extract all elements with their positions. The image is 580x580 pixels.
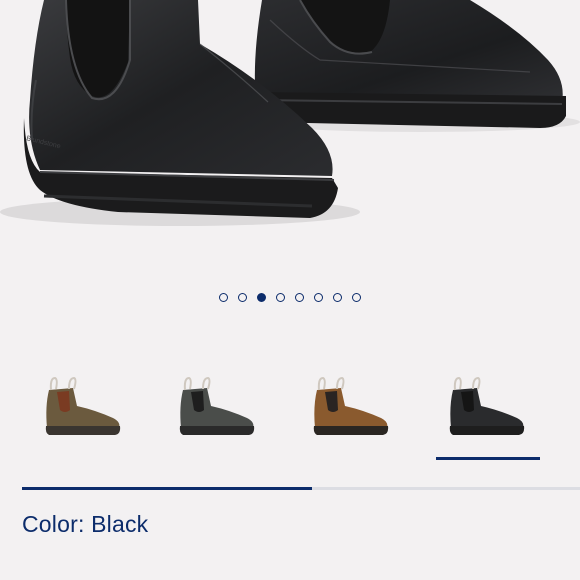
black-chelsea-boot-pair-image: Blundstone bbox=[0, 0, 580, 270]
boot-thumbnail-black bbox=[449, 376, 525, 435]
color-swatch-list bbox=[0, 368, 580, 464]
carousel-dot[interactable] bbox=[295, 292, 304, 302]
color-swatch[interactable] bbox=[32, 368, 136, 462]
product-page: Blundstone Color: Black bbox=[0, 0, 580, 580]
boot-thumbnail-saddle-brown bbox=[313, 376, 389, 435]
selected-swatch-indicator bbox=[436, 457, 540, 460]
carousel-dot[interactable] bbox=[276, 292, 285, 302]
swatch-scrollbar-thumb[interactable] bbox=[22, 487, 313, 490]
boot-thumbnail-rustic-camo bbox=[45, 376, 121, 435]
selected-color-label: Color: Black bbox=[22, 511, 149, 537]
product-image-carousel[interactable]: Blundstone bbox=[0, 0, 580, 270]
boot-thumbnail-rustic-black bbox=[179, 376, 255, 435]
swatch-scrollbar[interactable] bbox=[22, 487, 580, 490]
carousel-dot[interactable] bbox=[314, 292, 323, 302]
color-swatch[interactable] bbox=[166, 368, 270, 462]
carousel-dot[interactable] bbox=[333, 292, 342, 302]
carousel-pagination bbox=[0, 290, 580, 304]
carousel-dot[interactable] bbox=[219, 292, 228, 302]
color-swatch[interactable] bbox=[436, 368, 540, 462]
carousel-dot[interactable] bbox=[352, 292, 361, 302]
carousel-dot[interactable] bbox=[257, 292, 266, 302]
color-swatch[interactable] bbox=[300, 368, 404, 462]
carousel-dot[interactable] bbox=[238, 292, 247, 302]
